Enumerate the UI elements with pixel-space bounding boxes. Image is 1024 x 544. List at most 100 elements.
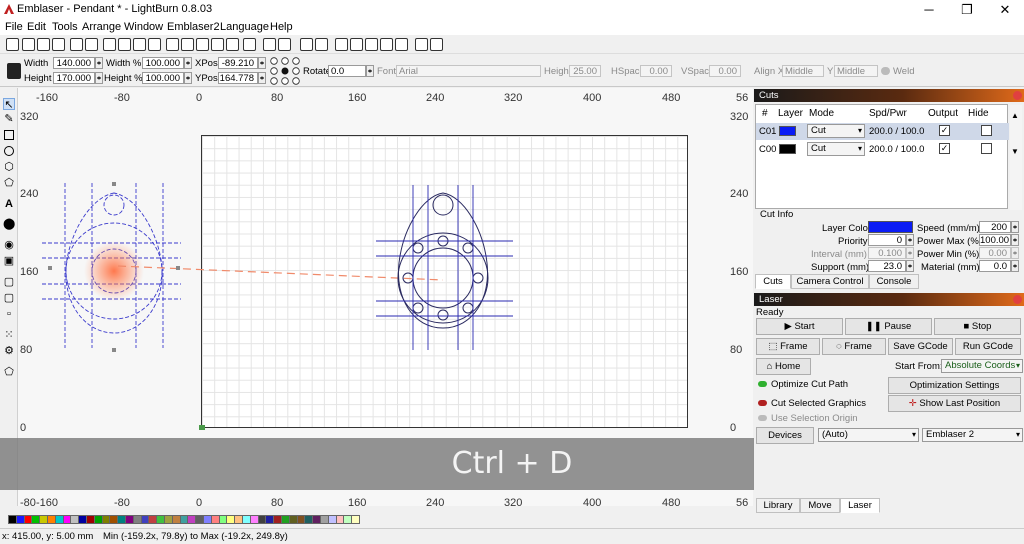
hide-checkbox[interactable]	[981, 143, 992, 154]
zoom-in-icon[interactable]	[181, 38, 194, 51]
width-field[interactable]: 140.000	[53, 57, 95, 69]
align-right-icon[interactable]	[365, 38, 378, 51]
height-spinner[interactable]	[95, 72, 103, 84]
array-tool-icon[interactable]: ⁙	[3, 329, 15, 341]
new-file-icon[interactable]	[6, 38, 19, 51]
support-field[interactable]: 23.0	[868, 260, 906, 272]
align-left-icon[interactable]	[335, 38, 348, 51]
ypos-field[interactable]: 164.778	[218, 72, 258, 84]
port-select[interactable]: (Auto)	[818, 428, 919, 442]
paste-icon[interactable]	[118, 38, 131, 51]
run-gcode-button[interactable]: Run GCode	[955, 338, 1021, 355]
ypos-spinner[interactable]	[258, 72, 266, 84]
delete-icon[interactable]	[148, 38, 161, 51]
width-spinner[interactable]	[95, 57, 103, 69]
show-last-position-button[interactable]: ✛ Show Last Position	[888, 395, 1021, 412]
device-select[interactable]: Emblaser 2	[922, 428, 1023, 442]
xpos-field[interactable]: -89.210	[218, 57, 258, 69]
lock-icon[interactable]	[7, 63, 21, 79]
priority-field[interactable]: 0	[868, 234, 906, 246]
panel-close-icon[interactable]	[1013, 295, 1022, 304]
position-laser-icon[interactable]: ⬤	[3, 218, 15, 230]
group-icon[interactable]	[300, 38, 313, 51]
menu-window[interactable]: Window	[124, 21, 163, 33]
align-y-select[interactable]: Middle	[834, 65, 878, 77]
optimization-settings-button[interactable]: Optimization Settings	[888, 377, 1021, 394]
distribute-icon[interactable]	[415, 38, 428, 51]
tools-icon[interactable]	[278, 38, 291, 51]
menu-tools[interactable]: Tools	[52, 21, 78, 33]
interval-spinner[interactable]	[906, 247, 914, 259]
vspace-field[interactable]: 0.00	[709, 65, 741, 77]
table-row[interactable]: C00 Cut 200.0 / 100.0 ✓	[756, 141, 1009, 158]
table-row[interactable]: C01 Cut 200.0 / 100.0 ✓	[756, 123, 1009, 140]
menu-language[interactable]: Language	[220, 21, 269, 33]
xpos-spinner[interactable]	[258, 57, 266, 69]
select-tool-icon[interactable]: ↖	[3, 98, 15, 111]
settings-gear-icon[interactable]: ⚙	[3, 345, 15, 357]
copy-icon[interactable]	[103, 38, 116, 51]
mode-select[interactable]: Cut	[807, 124, 865, 138]
save-gcode-button[interactable]: Save GCode	[888, 338, 953, 355]
polygon-alt-tool-icon[interactable]: ⬠	[3, 177, 15, 189]
export-icon[interactable]	[85, 38, 98, 51]
open-file-icon[interactable]	[22, 38, 35, 51]
rotate-spinner[interactable]	[366, 65, 374, 77]
hspace-field[interactable]: 0.00	[640, 65, 672, 77]
cut-shape-icon[interactable]: ⬠	[3, 366, 15, 378]
font-select[interactable]: Arial	[396, 65, 541, 77]
font-height-field[interactable]: 25.00	[569, 65, 601, 77]
speed-field[interactable]: 200	[979, 221, 1011, 233]
anchor-grid[interactable]	[269, 57, 301, 85]
maximize-button[interactable]: ❐	[948, 0, 986, 20]
move-layer-down-icon[interactable]: ▼	[1011, 147, 1019, 156]
pause-button[interactable]: ❚❚ Pause	[845, 318, 932, 335]
support-spinner[interactable]	[906, 260, 914, 272]
width-pct-spinner[interactable]	[184, 57, 192, 69]
cut-icon[interactable]	[133, 38, 146, 51]
rectangle-tool-icon[interactable]	[3, 129, 15, 141]
settings-icon[interactable]	[263, 38, 276, 51]
save-file-icon[interactable]	[37, 38, 50, 51]
hide-checkbox[interactable]	[981, 125, 992, 136]
text-tool-icon[interactable]: A	[3, 198, 15, 210]
zoom-fit-icon[interactable]	[211, 38, 224, 51]
frame-rect-button[interactable]: ⬚ Frame	[756, 338, 820, 355]
height-pct-spinner[interactable]	[184, 72, 192, 84]
stop-button[interactable]: ■ Stop	[934, 318, 1021, 335]
measure-tool-icon[interactable]: ◉	[3, 239, 15, 251]
layer-color-swatch[interactable]	[779, 126, 796, 136]
zoom-selection-icon[interactable]	[226, 38, 239, 51]
output-checkbox[interactable]: ✓	[939, 125, 950, 136]
rotate-field[interactable]: 0.0	[328, 65, 366, 77]
frame-round-button[interactable]: ◌ Frame	[822, 338, 886, 355]
layer-color-swatch-large[interactable]	[868, 221, 913, 233]
menu-edit[interactable]: Edit	[27, 21, 46, 33]
import-icon[interactable]	[70, 38, 83, 51]
output-checkbox[interactable]: ✓	[939, 143, 950, 154]
move-layer-up-icon[interactable]: ▲	[1011, 111, 1019, 120]
priority-spinner[interactable]	[906, 234, 914, 246]
tab-console[interactable]: Console	[869, 274, 919, 289]
weld-toggle[interactable]	[881, 67, 890, 75]
tab-move[interactable]: Move	[800, 498, 840, 513]
polygon-tool-icon[interactable]: ⬡	[3, 161, 15, 173]
menu-file[interactable]: File	[5, 21, 23, 33]
start-button[interactable]: ▶ Start	[756, 318, 843, 335]
close-button[interactable]: ✕	[986, 0, 1024, 20]
power-min-field[interactable]: 0.00	[979, 247, 1011, 259]
menu-emblaser2[interactable]: Emblaser2	[167, 21, 220, 33]
snap-icon[interactable]	[430, 38, 443, 51]
power-min-spinner[interactable]	[1011, 247, 1019, 259]
height-field[interactable]: 170.000	[53, 72, 95, 84]
tab-cuts[interactable]: Cuts	[755, 274, 791, 289]
material-field[interactable]: 0.0	[979, 260, 1011, 272]
boolean-intersect-icon[interactable]: ▢	[3, 292, 15, 304]
offset-tool-icon[interactable]: ▫	[3, 308, 15, 320]
mode-select[interactable]: Cut	[807, 142, 865, 156]
tab-library[interactable]: Library	[756, 498, 800, 513]
tab-laser[interactable]: Laser	[840, 498, 880, 513]
optimize-cut-toggle[interactable]	[758, 381, 767, 387]
width-pct-field[interactable]: 100.000	[142, 57, 184, 69]
edit-nodes-icon[interactable]: ✎	[3, 113, 15, 125]
